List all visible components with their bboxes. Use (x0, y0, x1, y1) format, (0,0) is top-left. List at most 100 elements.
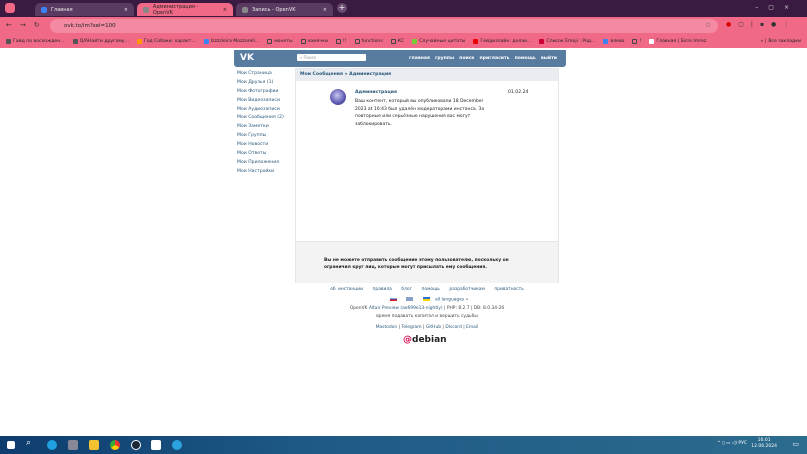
bookmark[interactable]: Случайные цитаты (412, 39, 465, 44)
menu-item[interactable]: Мои Группы (237, 133, 284, 142)
social-link[interactable]: Email (466, 325, 478, 330)
flag-ua-icon[interactable] (422, 297, 430, 301)
flag-uk-icon[interactable] (406, 297, 414, 301)
version-suffix: | PHP: 8.2.7 | DB: 8.0.34-26 (443, 306, 505, 311)
telegram-icon[interactable] (172, 440, 182, 450)
bookmark[interactable]: Гейдизлайн: делае... (473, 39, 531, 44)
tab-home[interactable]: Главная × (35, 3, 134, 16)
bookmark[interactable]: Год Собаки: характ... (136, 39, 196, 44)
window-controls[interactable]: –▢× (755, 4, 799, 11)
menu-item[interactable]: Мои Приложения (237, 160, 284, 169)
tab-search-button[interactable] (5, 3, 15, 13)
language-row: all languages » (295, 297, 559, 303)
tab-favicon-icon (143, 6, 149, 13)
social-links: Mastodon | Telegram | GitHub | Discord |… (375, 325, 479, 330)
menu-item[interactable]: Мои Страница (237, 71, 284, 80)
footer-links: об инстанции правила блог помощь разрабо… (295, 287, 559, 292)
search-icon[interactable]: ⌕ (26, 438, 31, 448)
tab-active[interactable]: Администрация - OpenVK × (137, 3, 233, 16)
bookmark[interactable]: Izzzzleira Mozzarell... (203, 39, 259, 44)
message-text: Ваш контент, который вы опубликовали 18 … (355, 99, 485, 127)
footer-link[interactable]: разработчикам (449, 287, 484, 292)
date: 12.06.2024 (751, 444, 777, 449)
bookmark[interactable]: Гайд по восхожден... (6, 39, 65, 44)
tab-favicon-icon (242, 6, 248, 13)
language-indicator[interactable]: РУС (738, 441, 747, 446)
breadcrumb[interactable]: Мои Сообщения » Администрация (296, 69, 558, 81)
menu-item[interactable]: Мои Новости (237, 142, 284, 151)
nav-logout[interactable]: выйти (541, 56, 557, 61)
bookmark-folder[interactable]: монеты (267, 39, 293, 44)
flag-ru-icon[interactable] (389, 297, 397, 301)
nav-groups[interactable]: группы (435, 56, 454, 61)
social-link[interactable]: Telegram (401, 325, 421, 330)
search-input[interactable]: ⌕ Поиск (297, 54, 366, 61)
close-icon[interactable]: × (323, 7, 327, 13)
steam-icon[interactable] (131, 440, 141, 450)
footer-link[interactable]: правила (373, 287, 392, 292)
clock[interactable]: 16:01 12.06.2024 (751, 438, 777, 450)
close-icon[interactable]: × (124, 7, 128, 13)
version-link[interactable]: Altair Preview (ae699e13-nightly) (369, 306, 443, 311)
social-link[interactable]: Mastodon (376, 325, 397, 330)
social-link[interactable]: GitHub (426, 325, 441, 330)
nav-search[interactable]: поиск (459, 56, 474, 61)
left-menu: Мои Страница Мои Друзья (1) Мои Фотограф… (237, 71, 284, 178)
footer-link[interactable]: блог (401, 287, 412, 292)
bookmark[interactable]: Список Emoji : Род... (539, 39, 595, 44)
footer-link[interactable]: помощь (422, 287, 440, 292)
menu-item[interactable]: Мои Заметки (237, 124, 284, 133)
new-tab-button[interactable]: + (337, 3, 347, 13)
bookmarks-bar: Гайд по восхожден... Q/AНайти другому...… (0, 35, 807, 48)
edge-icon[interactable] (47, 440, 57, 450)
menu-item[interactable]: Мои Видеозаписи (237, 98, 284, 107)
footer-link[interactable]: приватность (494, 287, 523, 292)
tab-post[interactable]: Запись - OpenVK × (236, 3, 333, 16)
bookmark-folder[interactable]: ! (632, 39, 641, 44)
chrome-icon[interactable] (110, 440, 120, 450)
message-sender[interactable]: Администрация (355, 90, 397, 95)
bookmark-folder[interactable]: КС (390, 39, 404, 44)
bookmark-folder[interactable]: functions (354, 39, 383, 44)
system-tray[interactable]: ^ ▯ ▭ ◁) РУС (717, 441, 747, 446)
bookmark-star-icon[interactable]: ☆ (705, 21, 711, 29)
taskbar (0, 436, 807, 454)
bookmark[interactable]: Q/AНайти другому... (72, 39, 129, 44)
conversation-box: Мои Сообщения » Администрация Администра… (295, 68, 559, 283)
slogan: время подавать капитал и вершить судьбы (376, 314, 478, 319)
debian-text: debian (412, 335, 447, 345)
file-explorer-icon[interactable] (89, 440, 99, 450)
vk-logo[interactable]: VK (240, 53, 254, 63)
bookmark-folder[interactable]: хомячки (300, 39, 328, 44)
debian-logo: @debian (403, 335, 447, 345)
bookmark[interactable]: влево (603, 39, 624, 44)
menu-item[interactable]: Мои Настройки (237, 169, 284, 178)
close-icon[interactable]: × (223, 7, 227, 13)
tab-label: Администрация - OpenVK (152, 3, 199, 16)
extensions-icons[interactable]: ●▢|▪●⋮ (726, 21, 796, 28)
bookmark[interactable]: Главная | Sicre Imrez (649, 39, 706, 44)
all-bookmarks[interactable]: » | Все закладки (760, 39, 801, 44)
message-date: 01.02.24 (508, 90, 529, 95)
social-link[interactable]: Discord (445, 325, 462, 330)
app-icon[interactable] (151, 440, 161, 450)
nav-home[interactable]: главная (409, 56, 430, 61)
footer-link[interactable]: об инстанции (330, 287, 363, 292)
menu-item[interactable]: Мои Ответы (237, 151, 284, 160)
menu-item[interactable]: Мои Сообщения (2) (237, 115, 284, 124)
notifications-icon[interactable]: ▭ (792, 440, 799, 448)
avatar[interactable] (330, 89, 346, 105)
nav-invite[interactable]: пригласить (480, 56, 510, 61)
address-bar[interactable]: ovk.to/im?sel=100 (50, 19, 718, 33)
nav-help[interactable]: помощь (515, 56, 536, 61)
nav-buttons[interactable]: ←→↻ (6, 21, 48, 29)
bookmark-folder[interactable]: !! (335, 39, 347, 44)
menu-item[interactable]: Мои Фотографии (237, 89, 284, 98)
all-languages-link[interactable]: all languages » (435, 298, 468, 303)
calculator-icon[interactable] (68, 440, 78, 450)
tab-favicon-icon (41, 6, 47, 13)
debian-swirl-icon: @ (403, 335, 412, 345)
start-icon[interactable] (7, 441, 15, 449)
menu-item[interactable]: Мои Друзья (1) (237, 80, 284, 89)
top-nav: главная группы поиск пригласить помощь в… (409, 56, 557, 61)
